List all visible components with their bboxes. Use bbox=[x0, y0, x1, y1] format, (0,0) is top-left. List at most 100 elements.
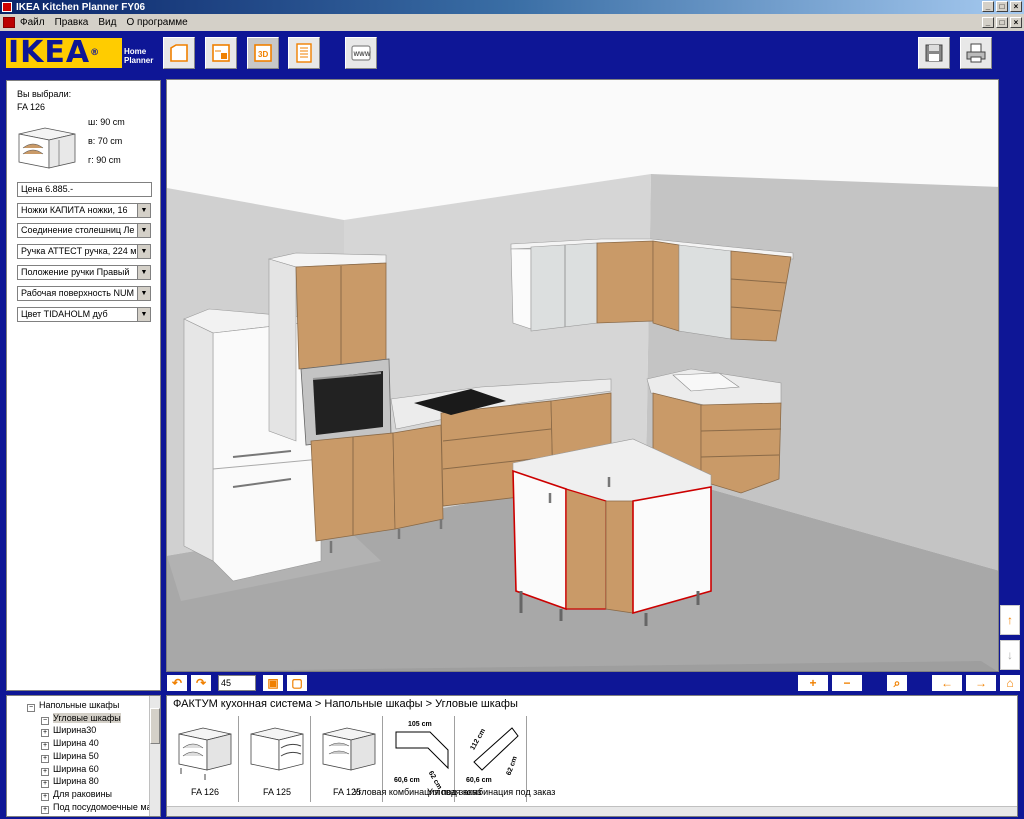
room-button[interactable] bbox=[163, 37, 195, 69]
chevron-down-icon[interactable]: ▼ bbox=[137, 204, 150, 217]
frame-view-icon: ▢ bbox=[291, 676, 303, 690]
product-catalog: ФАКТУМ кухонная система > Напольные шкаф… bbox=[166, 695, 1018, 817]
logo-registered-mark: ® bbox=[90, 48, 101, 58]
save-button[interactable] bbox=[918, 37, 950, 69]
tree-item[interactable]: − Угловые шкафы bbox=[41, 712, 121, 725]
list-button[interactable] bbox=[288, 37, 320, 69]
logo-sub-planner: Planner bbox=[124, 56, 154, 65]
corner-combination-plan-alt-image: 112 cm 60,6 cm 62 cm bbox=[466, 727, 519, 784]
handle-value: Ручка ATTECT ручка, 224 м bbox=[21, 246, 137, 256]
list-icon bbox=[296, 43, 312, 63]
handle-select[interactable]: Ручка ATTECT ручка, 224 м ▼ bbox=[17, 244, 151, 259]
home-icon: ⌂ bbox=[1006, 676, 1014, 690]
chevron-down-icon[interactable]: ▼ bbox=[137, 308, 150, 321]
collapse-icon[interactable]: − bbox=[41, 716, 49, 725]
tree-item[interactable]: + Ширина 60 bbox=[41, 764, 99, 776]
expand-icon[interactable]: + bbox=[41, 780, 49, 789]
doc-close-button[interactable]: × bbox=[1010, 17, 1022, 28]
expand-icon[interactable]: + bbox=[41, 754, 49, 763]
handle-position-select[interactable]: Положение ручки Правый ▼ bbox=[17, 265, 151, 280]
color-select[interactable]: Цвет TIDAHOLM дуб ▼ bbox=[17, 307, 151, 322]
chevron-down-icon[interactable]: ▼ bbox=[137, 287, 150, 300]
catalog-breadcrumb[interactable]: ФАКТУМ кухонная система > Напольные шкаф… bbox=[173, 698, 518, 710]
rotate-left-button[interactable]: ↶ bbox=[167, 675, 187, 691]
document-icon[interactable] bbox=[3, 17, 15, 28]
kitchen-3d-scene[interactable] bbox=[167, 80, 999, 672]
collapse-icon[interactable]: − bbox=[27, 704, 35, 712]
rotate-right-button[interactable]: ↷ bbox=[191, 675, 211, 691]
document-window-controls: _ □ × bbox=[982, 17, 1022, 28]
tree-item[interactable]: + Для раковины bbox=[41, 789, 112, 801]
menu-edit[interactable]: Правка bbox=[55, 17, 89, 28]
catalog-scrollbar[interactable] bbox=[167, 806, 1017, 816]
view-mode-a-button[interactable]: ▣ bbox=[263, 675, 283, 691]
menu-file[interactable]: Файл bbox=[20, 17, 45, 28]
3d-viewport[interactable] bbox=[166, 79, 999, 672]
tree-item-label: Для раковины bbox=[53, 788, 113, 799]
tree-item-label: Ширина30 bbox=[53, 725, 97, 736]
print-button[interactable] bbox=[960, 37, 992, 69]
svg-text:60,6 cm: 60,6 cm bbox=[466, 777, 492, 784]
expand-icon[interactable]: + bbox=[41, 805, 49, 814]
worktop-joint-select[interactable]: Соединение столешниц Ле ▼ bbox=[17, 223, 151, 238]
worktop-joint-value: Соединение столешниц Ле bbox=[21, 225, 135, 235]
legs-select[interactable]: Ножки КАПИТА ножки, 16 ▼ bbox=[17, 203, 151, 218]
chevron-down-icon[interactable]: ▼ bbox=[137, 266, 150, 279]
view-mode-b-button[interactable]: ▢ bbox=[287, 675, 307, 691]
pan-down-button[interactable]: ↓ bbox=[1000, 640, 1020, 670]
zoom-out-button[interactable]: − bbox=[832, 675, 862, 691]
pan-right-button[interactable]: → bbox=[966, 675, 996, 691]
3d-view-icon: 3D bbox=[254, 44, 272, 62]
cabinet-fa125-alt-image bbox=[322, 727, 376, 771]
tree-item[interactable]: + Под посудомоечные ма bbox=[41, 802, 152, 814]
tree-item[interactable]: + Ширина30 bbox=[41, 725, 97, 738]
3d-view-button[interactable]: 3D bbox=[247, 37, 279, 69]
zoom-fit-button[interactable]: ⌕ bbox=[887, 675, 907, 691]
rotation-angle-input[interactable]: 45 bbox=[218, 675, 256, 691]
tree-item-label: Ширина 50 bbox=[53, 750, 99, 761]
expand-icon[interactable]: + bbox=[41, 767, 49, 776]
tree-item-label: Угловые шкафы bbox=[53, 712, 121, 723]
cabinet-fa126-image bbox=[178, 727, 232, 780]
app-icon bbox=[2, 2, 12, 12]
expand-icon[interactable]: + bbox=[41, 792, 49, 801]
svg-text:62 cm: 62 cm bbox=[506, 755, 519, 776]
legs-value: Ножки КАПИТА ножки, 16 bbox=[21, 205, 128, 215]
tree-item[interactable]: − Напольные шкафы bbox=[27, 700, 119, 712]
zoom-in-button[interactable]: + bbox=[798, 675, 828, 691]
pan-up-button[interactable]: ↑ bbox=[1000, 605, 1020, 635]
magnifier-icon: ⌕ bbox=[893, 676, 901, 690]
pan-left-button[interactable]: ← bbox=[932, 675, 962, 691]
cabinet-fa125-image bbox=[250, 727, 304, 771]
close-button[interactable]: × bbox=[1010, 1, 1022, 12]
doc-minimize-button[interactable]: _ bbox=[982, 17, 994, 28]
tree-item[interactable]: + Ширина 40 bbox=[41, 738, 99, 751]
tree-scrollbar[interactable] bbox=[149, 696, 160, 816]
dimension-height: в: 70 cm bbox=[88, 136, 123, 146]
window-controls: _ □ × bbox=[982, 1, 1022, 12]
web-button[interactable]: WWW bbox=[345, 37, 377, 69]
worktop-select[interactable]: Рабочая поверхность NUM ▼ bbox=[17, 286, 151, 301]
svg-text:105 cm: 105 cm bbox=[408, 721, 432, 728]
category-tree[interactable]: − Напольные шкафы − Угловые шкафы + Ширина30 +… bbox=[6, 695, 161, 817]
selection-heading: Вы выбрали: bbox=[17, 89, 72, 99]
handle-position-value: Положение ручки Правый bbox=[21, 267, 130, 277]
menu-view[interactable]: Вид bbox=[98, 17, 116, 28]
kitchen-island[interactable] bbox=[512, 438, 712, 626]
maximize-button[interactable]: □ bbox=[996, 1, 1008, 12]
tall-cabinet[interactable] bbox=[267, 252, 392, 446]
expand-icon[interactable]: + bbox=[41, 729, 49, 738]
menu-about[interactable]: О программе bbox=[126, 17, 187, 28]
cabinet-thumbnail bbox=[18, 127, 76, 169]
floor-plan-button[interactable] bbox=[205, 37, 237, 69]
tree-item[interactable]: + Ширина 50 bbox=[41, 751, 99, 763]
tree-item[interactable]: + Ширина 80 bbox=[41, 776, 99, 789]
minimize-button[interactable]: _ bbox=[982, 1, 994, 12]
chevron-down-icon[interactable]: ▼ bbox=[137, 224, 150, 237]
chevron-down-icon[interactable]: ▼ bbox=[137, 245, 150, 258]
expand-icon[interactable]: + bbox=[41, 742, 49, 751]
floor-plan-icon bbox=[212, 44, 230, 62]
home-view-button[interactable]: ⌂ bbox=[1000, 675, 1020, 691]
tree-scrollbar-thumb[interactable] bbox=[150, 708, 160, 744]
doc-restore-button[interactable]: □ bbox=[996, 17, 1008, 28]
